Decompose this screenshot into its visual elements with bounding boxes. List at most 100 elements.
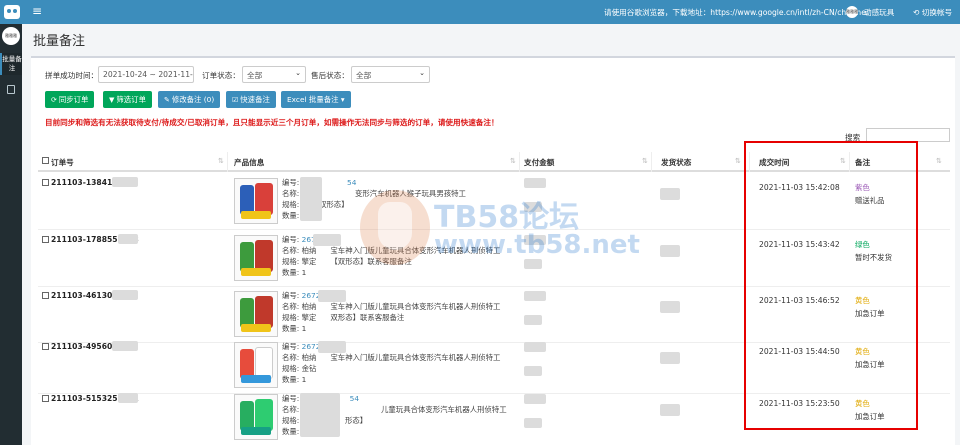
row-checkbox[interactable] [42, 179, 49, 186]
excel-batch-note-button[interactable]: Excel 批量备注 ▾ [281, 91, 351, 108]
sort-icon[interactable]: ⇅ [218, 157, 224, 165]
owl-logo-icon [4, 5, 20, 19]
redacted-block [524, 394, 546, 404]
product-thumbnail[interactable] [234, 394, 278, 440]
redacted-block [660, 188, 680, 200]
table-row[interactable]: 211103-13841726 编号: 2654 名称: 柏变形汽车机器人猴子玩… [38, 174, 950, 230]
redacted-block [524, 202, 542, 212]
redacted-block [300, 177, 322, 221]
menu-toggle-icon[interactable]: ≡ [32, 4, 42, 18]
code-label: 编号: [282, 342, 302, 351]
redacted-block [660, 404, 680, 416]
table-row[interactable]: 211103-461301431 编号: 2672 名称: 柏纳 宝车神入门版儿童… [38, 287, 950, 343]
note-color-label: 绿色 [855, 240, 870, 249]
header-note[interactable]: 备注 [855, 157, 870, 168]
redacted-block [660, 245, 680, 257]
redacted-block [524, 235, 546, 245]
deal-time: 2021-11-03 15:23:50 [759, 399, 840, 408]
column-divider [227, 152, 228, 172]
note-text: 赠送礼品 [855, 196, 885, 205]
note-text: 暂时不发货 [855, 253, 892, 262]
quick-note-button[interactable]: ☑ 快速备注 [226, 91, 276, 108]
date-range-input[interactable]: 2021-10-24 ~ 2021-11-05 [98, 66, 194, 83]
logo[interactable] [0, 0, 24, 24]
redacted-block [660, 301, 680, 313]
header-product-info[interactable]: 产品信息 [234, 157, 264, 168]
redacted-block [524, 342, 546, 352]
header-shipping-status[interactable]: 发货状态 [661, 157, 691, 168]
sync-orders-button[interactable]: ⟳ 同步订单 [45, 91, 95, 108]
product-thumbnail[interactable] [234, 178, 278, 224]
row-checkbox[interactable] [42, 395, 49, 402]
code-label: 编号: [282, 291, 302, 300]
filter-orders-button[interactable]: ▼ 筛选订单 [103, 91, 152, 108]
sort-icon[interactable]: ⇅ [840, 157, 846, 165]
order-status-select[interactable]: 全部 ⌄ [242, 66, 306, 83]
note-color-label: 黄色 [855, 296, 870, 305]
redacted-block [112, 177, 138, 187]
code-label: 编号: [282, 394, 302, 403]
warning-text: 目前同步和筛选有无法获取待支付/待成交/已取消订单，且只能显示近三个月订单，如需… [45, 118, 499, 127]
document-icon[interactable] [7, 85, 15, 94]
date-filter-label: 拼单成功时间： [45, 71, 99, 80]
note-color-label: 紫色 [855, 183, 870, 192]
note-text: 加急订单 [855, 412, 885, 421]
order-status-label: 订单状态： [202, 71, 240, 80]
table-row[interactable]: 211103-49560952 编号: 2672 名称: 柏纳 宝车神入门版儿童玩… [38, 338, 950, 394]
search-label: 搜索 [845, 133, 861, 142]
redacted-block [118, 234, 138, 244]
sort-icon[interactable]: ⇅ [936, 157, 942, 165]
code-label: 编号: [282, 178, 302, 187]
user-avatar[interactable]: 雅雅雅 [846, 6, 858, 18]
redacted-block [318, 341, 346, 353]
redacted-block [524, 366, 542, 376]
user-name[interactable]: 动感玩具 [864, 7, 894, 18]
redacted-block [300, 393, 340, 437]
redacted-block [524, 259, 542, 269]
caret-down-icon: ▾ [338, 95, 345, 104]
deal-time: 2021-11-03 15:42:08 [759, 183, 840, 192]
redacted-block [318, 290, 346, 302]
column-divider [749, 152, 750, 172]
refresh-icon: ⟳ [51, 96, 57, 104]
redacted-block [313, 234, 341, 246]
row-checkbox[interactable] [42, 292, 49, 299]
after-sale-label: 售后状态： [311, 71, 349, 80]
note-color-label: 黄色 [855, 347, 870, 356]
note-text: 加急订单 [855, 309, 885, 318]
sort-icon[interactable]: ⇅ [642, 157, 648, 165]
redacted-block [524, 315, 542, 325]
header-deal-time[interactable]: 成交时间 [759, 157, 789, 168]
header-order-no[interactable]: 订单号 [51, 157, 74, 168]
sidebar-item-batch-note[interactable]: 批量备注 [0, 53, 22, 75]
row-checkbox[interactable] [42, 343, 49, 350]
column-divider [849, 152, 850, 172]
sidebar: 雅雅雅 批量备注 [0, 24, 22, 445]
sort-icon[interactable]: ⇅ [510, 157, 516, 165]
table-row[interactable]: 211103-5153253671 编号: 54 名称: 柏儿童玩具合体变形汽车… [38, 390, 950, 445]
note-color-label: 黄色 [855, 399, 870, 408]
header-payment[interactable]: 支付金额 [524, 157, 554, 168]
product-thumbnail[interactable] [234, 235, 278, 281]
column-divider [651, 152, 652, 172]
deal-time: 2021-11-03 15:46:52 [759, 296, 840, 305]
top-navbar: ≡ 请使用谷歌浏览器，下载地址：https://www.google.cn/in… [0, 0, 960, 24]
column-divider [519, 152, 520, 172]
after-sale-select[interactable]: 全部 ⌄ [351, 66, 430, 83]
table-row[interactable]: 211103-1788556278 编号: 267 名称: 柏纳 宝车神入门版儿童… [38, 231, 950, 287]
select-all-checkbox[interactable] [42, 157, 49, 164]
sort-icon[interactable]: ⇅ [735, 157, 741, 165]
chevron-down-icon: ⌄ [295, 69, 301, 77]
redacted-block [524, 291, 546, 301]
redacted-block [524, 418, 542, 428]
deal-time: 2021-11-03 15:44:50 [759, 347, 840, 356]
edit-note-button[interactable]: ✎ 修改备注 (0) [158, 91, 221, 108]
product-thumbnail[interactable] [234, 291, 278, 337]
redacted-block [118, 393, 138, 403]
search-input[interactable] [866, 128, 950, 142]
redacted-block [524, 178, 546, 188]
row-checkbox[interactable] [42, 236, 49, 243]
switch-account-link[interactable]: ⟲ 切换帐号 [913, 7, 952, 18]
product-thumbnail[interactable] [234, 342, 278, 388]
pencil-icon: ✎ [164, 96, 170, 104]
